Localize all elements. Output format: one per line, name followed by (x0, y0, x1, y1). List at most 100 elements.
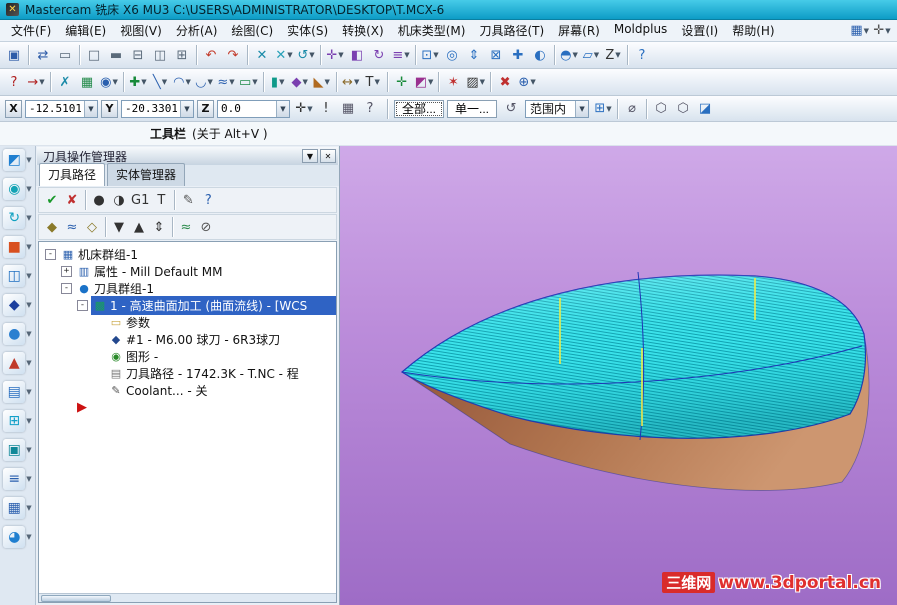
gview-rotate-icon[interactable]: ↻ (3, 207, 26, 229)
z-coordinate-input[interactable] (218, 100, 276, 117)
create-point-dropdown-icon[interactable]: ▼ (141, 78, 146, 86)
tree-item[interactable]: ✎ Coolant... - 关 (39, 382, 336, 399)
expand-icon[interactable]: + (61, 266, 72, 277)
shading-toggle-tool[interactable]: ■ ▼ (3, 236, 32, 258)
grid-toggle-dropdown-icon[interactable]: ▼ (26, 504, 31, 512)
grid-toggle-tool[interactable]: ▦ ▼ (3, 497, 32, 519)
pan-icon[interactable]: ✚ (507, 44, 529, 66)
y-dropdown-icon[interactable]: ▼ (180, 100, 193, 117)
shading-toggle-icon[interactable]: ■ (3, 236, 26, 258)
x-coordinate-input[interactable] (26, 100, 84, 117)
collapse-icon[interactable]: - (61, 283, 72, 294)
x-dropdown-icon[interactable]: ▼ (84, 100, 97, 117)
cplane-select-icon[interactable]: ▲ (3, 352, 26, 374)
mask-solids-icon[interactable]: ⬡ (672, 98, 694, 120)
verify-selected-icon[interactable]: ◑ (109, 190, 129, 210)
attribute-style-dropdown-icon[interactable]: ▼ (428, 78, 433, 86)
range-mode-select[interactable]: 范围内 ▼ (525, 99, 590, 118)
toggle-display-selected-icon[interactable]: ≈ (176, 217, 196, 237)
zoom-in-out-icon[interactable]: ⇕ (463, 44, 485, 66)
autocursor-dropdown-icon[interactable]: ▼ (307, 105, 312, 113)
range-dropdown-icon[interactable]: ▼ (575, 100, 589, 117)
gview-right-icon[interactable]: ● (3, 323, 26, 345)
tree-item-body[interactable]: ✎ Coolant... - 关 (107, 381, 336, 400)
scrollbar-thumb[interactable] (41, 595, 111, 602)
tree-item[interactable]: - ▩ 1 - 高速曲面加工 (曲面流线) - [WCS (39, 296, 336, 315)
z-depth-icon[interactable]: Z ▼ (602, 44, 624, 66)
autocursor-help-icon[interactable]: ? (359, 98, 381, 120)
gview-front-icon[interactable]: ◆ (3, 294, 26, 316)
title-bar[interactable]: ✕ Mastercam 铣床 X6 MU3 C:\USERS\ADMINISTR… (0, 0, 897, 20)
gview-isometric-icon[interactable]: ◩ (3, 149, 26, 171)
create-arc-dropdown-icon[interactable]: ▼ (185, 78, 190, 86)
xform-translate-icon[interactable]: ✛ ▼ (324, 44, 346, 66)
extra-tool-dropdown-icon[interactable]: ▼ (26, 533, 31, 541)
viewport-toggle-tool[interactable]: ⊞ ▼ (3, 410, 32, 432)
more-tools-dropdown-icon[interactable]: ▼ (530, 78, 535, 86)
xform-rotate-icon[interactable]: ↻ (368, 44, 390, 66)
note-text-dropdown-icon[interactable]: ▼ (374, 78, 379, 86)
g1-check-icon[interactable]: G1 (129, 190, 151, 210)
delete-duplicates-dropdown-icon[interactable]: ▼ (287, 51, 292, 59)
operations-help-icon[interactable]: ? (198, 190, 218, 210)
zoom-window-dropdown-icon[interactable]: ▼ (433, 51, 438, 59)
toggle-toolpath-lock-icon[interactable]: ≈ (62, 217, 82, 237)
viewport-toggle-icon[interactable]: ⊞ (3, 410, 26, 432)
save-icon[interactable]: ▣ (3, 44, 25, 66)
analyze-dynamic-dropdown-icon[interactable]: ▼ (39, 78, 44, 86)
customize-dropdown-icon[interactable]: ▼ (885, 27, 890, 35)
gview-front-tool[interactable]: ◆ ▼ (3, 294, 32, 316)
levels-manager-icon[interactable]: ▤ (3, 381, 26, 403)
analyze-position-icon[interactable]: ? (3, 71, 25, 93)
menu-item[interactable]: 转换(X) (335, 20, 391, 41)
gview-top-tool[interactable]: ◫ ▼ (3, 265, 32, 287)
menu-item[interactable]: 屏幕(R) (551, 20, 607, 41)
xform-offset-dropdown-icon[interactable]: ▼ (404, 51, 409, 59)
gview-front-dropdown-icon[interactable]: ▼ (26, 301, 31, 309)
file-convert-icon[interactable]: ⇄ (32, 44, 54, 66)
autocursor-icon[interactable]: ✛ ▼ (293, 98, 315, 120)
levels-manager-tool[interactable]: ▤ ▼ (3, 381, 32, 403)
move-insert-up-icon[interactable]: ▲ (129, 217, 149, 237)
create-rectangle-icon[interactable]: ▭ ▼ (237, 71, 260, 93)
undo-icon[interactable]: ↶ (200, 44, 222, 66)
create-line-dropdown-icon[interactable]: ▼ (162, 78, 167, 86)
y-coordinate-input[interactable] (122, 100, 180, 117)
redo-icon[interactable]: ↷ (222, 44, 244, 66)
select-result-icon[interactable]: ▦ (76, 71, 98, 93)
menu-item[interactable]: 实体(S) (280, 20, 335, 41)
tree-item[interactable]: ▭ 参数 (39, 314, 336, 331)
x-axis-chip[interactable]: X (5, 99, 22, 118)
solid-extrude-dropdown-icon[interactable]: ▼ (279, 78, 284, 86)
select-all-operations-icon[interactable]: ✔ (42, 190, 62, 210)
cplane-select-tool[interactable]: ▲ ▼ (3, 352, 32, 374)
graphics-viewport[interactable]: 三维网 www.3dportal.cn (340, 146, 897, 605)
select-mode-icon[interactable]: ⊞ ▼ (592, 98, 614, 120)
z-depth-dropdown-icon[interactable]: ▼ (615, 51, 620, 59)
material-display-dropdown-icon[interactable]: ▼ (26, 446, 31, 454)
cplane-select-dropdown-icon[interactable]: ▼ (26, 359, 31, 367)
reset-selection-icon[interactable]: ✘ (62, 190, 82, 210)
toolbar-states-icon[interactable]: ▦ ▼ (848, 20, 871, 42)
gview-dynamic-tool[interactable]: ◉ ▼ (3, 178, 32, 200)
single-display-icon[interactable]: ⊘ (196, 217, 216, 237)
feed-optimize-icon[interactable]: ✎ (178, 190, 198, 210)
create-rectangle-dropdown-icon[interactable]: ▼ (252, 78, 257, 86)
fast-point-icon[interactable]: ! (315, 98, 337, 120)
tree-horizontal-scrollbar[interactable] (39, 593, 336, 602)
post-selected-icon[interactable]: T (151, 190, 171, 210)
insert-arrow-icon[interactable]: ▶ (77, 401, 87, 414)
chamfer-icon[interactable]: ◣ ▼ (311, 71, 333, 93)
viewport-split-v-icon[interactable]: ◫ (149, 44, 171, 66)
gview-dynamic-dropdown-icon[interactable]: ▼ (26, 185, 31, 193)
viewport-toggle-dropdown-icon[interactable]: ▼ (26, 417, 31, 425)
xform-mirror-icon[interactable]: ◧ (346, 44, 368, 66)
gview-combo-dropdown-icon[interactable]: ▼ (572, 51, 577, 59)
mask-wireframe-icon[interactable]: ⬡ (650, 98, 672, 120)
tab-inactive[interactable]: 实体管理器 (107, 163, 186, 186)
scroll-insert-arrow-icon[interactable]: ⇕ (149, 217, 169, 237)
levels-manager-dropdown-icon[interactable]: ▼ (26, 388, 31, 396)
menu-item[interactable]: 帮助(H) (725, 20, 781, 41)
attribute-style-icon[interactable]: ◩ ▼ (413, 71, 436, 93)
delete-entities-icon[interactable]: ✕ (251, 44, 273, 66)
